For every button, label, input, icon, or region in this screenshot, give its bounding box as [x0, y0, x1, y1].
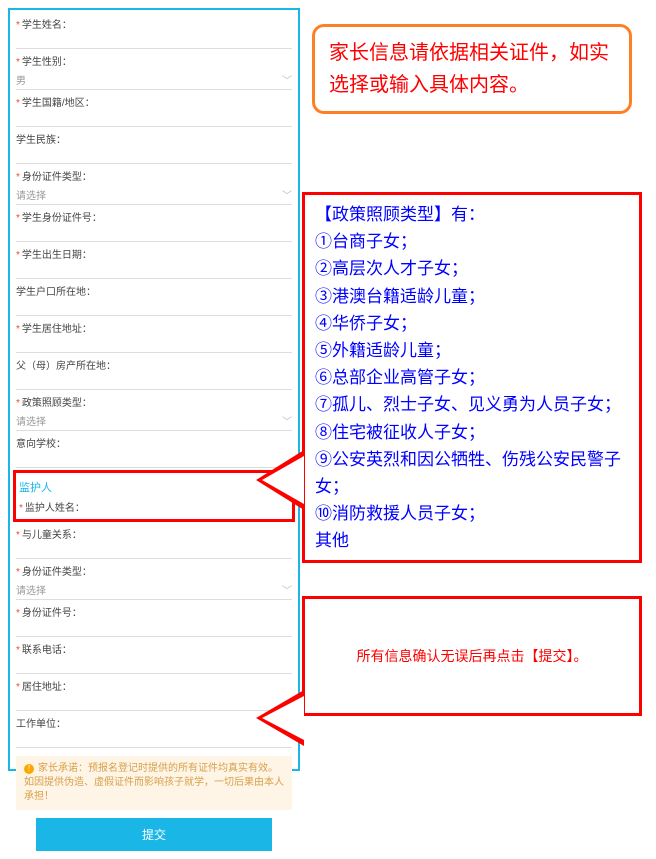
select-value: 请选择 [16, 187, 46, 202]
input-ethnicity[interactable] [16, 147, 292, 164]
select-guardian-id-type[interactable]: 请选择 ﹀ [16, 579, 292, 600]
label: *身份证件号： [16, 602, 292, 620]
input-school[interactable] [16, 451, 292, 468]
label: *学生性别： [16, 51, 292, 69]
field-workplace: 工作单位： [16, 713, 292, 748]
field-guardian-id-type: *身份证件类型： 请选择 ﹀ [16, 561, 292, 600]
arrow-pointer-icon [256, 690, 304, 746]
guardian-section-header: 监护人 [19, 475, 289, 497]
field-phone: *联系电话： [16, 639, 292, 674]
field-student-gender: *学生性别： 男 ﹀ [16, 51, 292, 90]
label: *学生国籍/地区： [16, 92, 292, 110]
callout-submit-note: 所有信息确认无误后再点击【提交】。 [302, 596, 642, 716]
label: *学生身份证件号： [16, 207, 292, 225]
callout-item: ⑦孤儿、烈士子女、见义勇为人员子女； [315, 391, 629, 418]
label: *联系电话： [16, 639, 292, 657]
input-property[interactable] [16, 373, 292, 390]
chevron-down-icon: ﹀ [282, 582, 292, 597]
field-student-name: *学生姓名： [16, 14, 292, 49]
select-value: 请选择 [16, 582, 46, 597]
callout-item: ④华侨子女； [315, 310, 629, 337]
chevron-down-icon: ﹀ [282, 413, 292, 428]
submit-button[interactable]: 提交 [36, 818, 272, 851]
input-hukou[interactable] [16, 299, 292, 316]
label: *居住地址： [16, 676, 292, 694]
input-workplace[interactable] [16, 731, 292, 748]
label: 学生户口所在地： [16, 281, 292, 299]
select-policy-type[interactable]: 请选择 ﹀ [16, 410, 292, 431]
input-guardian-address[interactable] [16, 694, 292, 711]
guardian-highlight-box: 监护人 *监护人姓名： [13, 470, 295, 522]
callout-item: ②高层次人才子女； [315, 255, 629, 282]
label: *学生出生日期： [16, 244, 292, 262]
field-property: 父（母）房产所在地： [16, 355, 292, 390]
callout-item: ⑧住宅被征收人子女； [315, 419, 629, 446]
select-value: 男 [16, 72, 26, 87]
field-guardian-address: *居住地址： [16, 676, 292, 711]
submit-bar: 提交 [16, 810, 292, 859]
callout-guardian-info: 家长信息请依据相关证件，如实选择或输入具体内容。 [312, 24, 632, 114]
label: 意向学校： [16, 433, 292, 451]
label: *学生居住地址： [16, 318, 292, 336]
input-birthdate[interactable] [16, 262, 292, 279]
warning-icon: ! [24, 764, 34, 774]
label: *与儿童关系： [16, 524, 292, 542]
declaration-box: !家长承诺：预报名登记时提供的所有证件均真实有效。如因提供伪造、虚假证件而影响孩… [16, 756, 292, 810]
callout-item: ③港澳台籍适龄儿童； [315, 283, 629, 310]
field-guardian-name: *监护人姓名： [19, 497, 289, 515]
field-address: *学生居住地址： [16, 318, 292, 353]
label: *身份证件类型： [16, 166, 292, 184]
select-id-type[interactable]: 请选择 ﹀ [16, 184, 292, 205]
field-id-number: *学生身份证件号： [16, 207, 292, 242]
label: *监护人姓名： [19, 497, 289, 515]
chevron-down-icon: ﹀ [282, 72, 292, 87]
input-guardian-id-number[interactable] [16, 620, 292, 637]
arrow-pointer-icon [256, 450, 304, 510]
select-value: 请选择 [16, 413, 46, 428]
callout-item: ⑥总部企业高管子女； [315, 364, 629, 391]
input-id-number[interactable] [16, 225, 292, 242]
label: 父（母）房产所在地： [16, 355, 292, 373]
field-ethnicity: 学生民族： [16, 129, 292, 164]
label: 工作单位： [16, 713, 292, 731]
callout-item: ⑩消防救援人员子女； [315, 500, 629, 527]
field-relation: *与儿童关系： [16, 524, 292, 559]
callout-item: ⑤外籍适龄儿童； [315, 337, 629, 364]
declaration-text: 家长承诺：预报名登记时提供的所有证件均真实有效。如因提供伪造、虚假证件而影响孩子… [24, 763, 284, 802]
field-birthdate: *学生出生日期： [16, 244, 292, 279]
callout-items: ①台商子女；②高层次人才子女；③港澳台籍适龄儿童；④华侨子女；⑤外籍适龄儿童；⑥… [315, 228, 629, 554]
label: *身份证件类型： [16, 561, 292, 579]
field-nationality: *学生国籍/地区： [16, 92, 292, 127]
label: *学生姓名： [16, 14, 292, 32]
field-school: 意向学校： [16, 433, 292, 468]
field-id-type: *身份证件类型： 请选择 ﹀ [16, 166, 292, 205]
field-guardian-id-number: *身份证件号： [16, 602, 292, 637]
callout-item: ①台商子女； [315, 228, 629, 255]
callout-heading: 【政策照顾类型】有： [315, 201, 629, 228]
callout-item: ⑨公安英烈和因公牺牲、伤残公安民警子女； [315, 446, 629, 500]
label: 学生民族： [16, 129, 292, 147]
select-student-gender[interactable]: 男 ﹀ [16, 69, 292, 90]
label: *政策照顾类型： [16, 392, 292, 410]
form-panel: *学生姓名： *学生性别： 男 ﹀ *学生国籍/地区： 学生民族： *身份证件类… [8, 8, 300, 771]
callout-policy-types: 【政策照顾类型】有： ①台商子女；②高层次人才子女；③港澳台籍适龄儿童；④华侨子… [302, 192, 642, 563]
input-phone[interactable] [16, 657, 292, 674]
field-hukou: 学生户口所在地： [16, 281, 292, 316]
field-policy-type: *政策照顾类型： 请选择 ﹀ [16, 392, 292, 431]
input-address[interactable] [16, 336, 292, 353]
callout-item: 其他 [315, 527, 629, 554]
input-relation[interactable] [16, 542, 292, 559]
input-student-name[interactable] [16, 32, 292, 49]
input-nationality[interactable] [16, 110, 292, 127]
chevron-down-icon: ﹀ [282, 187, 292, 202]
